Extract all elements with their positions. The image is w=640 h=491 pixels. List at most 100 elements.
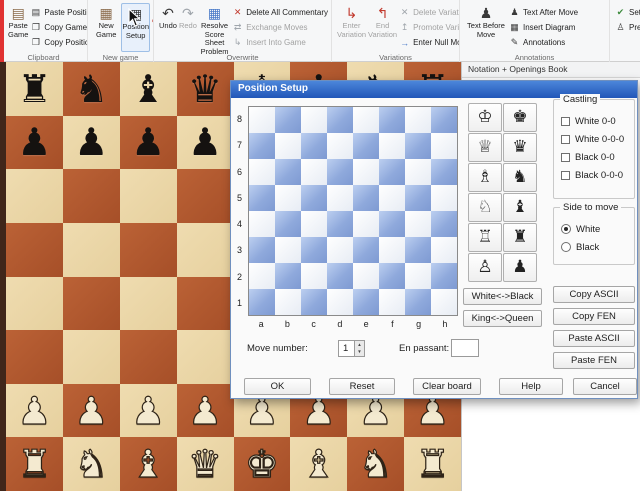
setup-square-a6[interactable] (249, 159, 275, 185)
black-piece-button[interactable]: ♞ (503, 163, 537, 192)
setup-square-c5[interactable] (301, 185, 327, 211)
setup-square-b1[interactable] (275, 289, 301, 315)
side-black-radio[interactable]: Black (561, 238, 628, 256)
board-square[interactable] (120, 330, 177, 384)
board-square[interactable] (177, 223, 234, 277)
setup-square-f4[interactable] (379, 211, 405, 237)
board-square[interactable] (6, 223, 63, 277)
text-after-move-button[interactable]: ♟ Text After Move (509, 5, 578, 20)
board-square[interactable] (6, 169, 63, 223)
board-square[interactable]: ♟ (177, 384, 234, 438)
setup-square-g3[interactable] (405, 237, 431, 263)
setup-square-h4[interactable] (431, 211, 457, 237)
pre-button[interactable]: ♙ Pre.. (615, 20, 640, 35)
black-piece-button[interactable]: ♟ (503, 253, 537, 282)
checkbox-icon[interactable] (561, 135, 570, 144)
paste-position-button[interactable]: ▤ Paste Position (30, 5, 88, 20)
delete-variation-button[interactable]: ✕ Delete Variation (399, 5, 460, 20)
setup-square-h6[interactable] (431, 159, 457, 185)
setup-square-a3[interactable] (249, 237, 275, 263)
copy-game-button[interactable]: ❐ Copy Game (30, 20, 88, 35)
setup-square-c2[interactable] (301, 263, 327, 289)
white-piece-button[interactable]: ♖ (468, 223, 502, 252)
board-square[interactable] (177, 277, 234, 331)
board-square[interactable]: ♞ (63, 437, 120, 491)
board-square[interactable] (120, 277, 177, 331)
radio-icon[interactable] (561, 242, 571, 252)
setup-square-f1[interactable] (379, 289, 405, 315)
board-square[interactable]: ♟ (63, 384, 120, 438)
board-square[interactable]: ♟ (120, 384, 177, 438)
setup-square-d6[interactable] (327, 159, 353, 185)
setup-square-a7[interactable] (249, 133, 275, 159)
setup-square-d4[interactable] (327, 211, 353, 237)
white-piece-button[interactable]: ♙ (468, 253, 502, 282)
board-square[interactable] (6, 330, 63, 384)
setup-square-b3[interactable] (275, 237, 301, 263)
setup-square-h8[interactable] (431, 107, 457, 133)
setup-square-a8[interactable] (249, 107, 275, 133)
setup-square-c8[interactable] (301, 107, 327, 133)
ok-button[interactable]: OK (244, 378, 311, 395)
board-square[interactable]: ♟ (177, 116, 234, 170)
board-square[interactable]: ♝ (120, 437, 177, 491)
notation-panel-header[interactable]: Notation + Openings Book (462, 62, 640, 78)
white-piece-button[interactable]: ♗ (468, 163, 502, 192)
radio-icon-selected[interactable] (561, 224, 571, 234)
copy-ascii-button[interactable]: Copy ASCII (553, 286, 635, 303)
swap-colors-button[interactable]: White<->Black (463, 288, 542, 305)
setup-square-d1[interactable] (327, 289, 353, 315)
setup-square-a2[interactable] (249, 263, 275, 289)
setup-square-c6[interactable] (301, 159, 327, 185)
board-square[interactable] (63, 223, 120, 277)
setup-square-c4[interactable] (301, 211, 327, 237)
white-piece-button[interactable]: ♘ (468, 193, 502, 222)
setup-square-g1[interactable] (405, 289, 431, 315)
exchange-moves-button[interactable]: ⇄ Exchange Moves (232, 20, 328, 35)
setup-square-e7[interactable] (353, 133, 379, 159)
setup-square-e4[interactable] (353, 211, 379, 237)
white-piece-button[interactable]: ♕ (468, 133, 502, 162)
paste-ascii-button[interactable]: Paste ASCII (553, 330, 635, 347)
setup-square-d5[interactable] (327, 185, 353, 211)
swap-king-queen-button[interactable]: King<->Queen (463, 310, 542, 327)
setup-square-a4[interactable] (249, 211, 275, 237)
annotations-button[interactable]: ✎ Annotations (509, 35, 578, 50)
setup-square-e2[interactable] (353, 263, 379, 289)
setup-square-g4[interactable] (405, 211, 431, 237)
black-piece-button[interactable]: ♚ (503, 103, 537, 132)
castling-white-short[interactable]: White 0-0 (561, 112, 628, 130)
black-piece-button[interactable]: ♛ (503, 133, 537, 162)
setup-square-b5[interactable] (275, 185, 301, 211)
reset-button[interactable]: Reset (329, 378, 395, 395)
castling-white-long[interactable]: White 0-0-0 (561, 130, 628, 148)
setup-square-d2[interactable] (327, 263, 353, 289)
setup-square-e8[interactable] (353, 107, 379, 133)
board-square[interactable]: ♞ (63, 62, 120, 116)
setup-square-g2[interactable] (405, 263, 431, 289)
setup-square-g8[interactable] (405, 107, 431, 133)
move-number-value[interactable]: 1 (339, 341, 354, 356)
spin-up-button[interactable]: ▲ (355, 341, 364, 349)
spin-down-button[interactable]: ▼ (355, 349, 364, 357)
setup-square-b8[interactable] (275, 107, 301, 133)
setup-square-e3[interactable] (353, 237, 379, 263)
board-square[interactable]: ♟ (6, 384, 63, 438)
setup-square-c1[interactable] (301, 289, 327, 315)
set-button[interactable]: ✔ Set.. (615, 5, 640, 20)
setup-square-h5[interactable] (431, 185, 457, 211)
paste-game-button[interactable]: ▤ Paste Game (8, 3, 28, 52)
setup-square-d8[interactable] (327, 107, 353, 133)
undo-button[interactable]: ↶ Undo (159, 3, 177, 52)
setup-square-f2[interactable] (379, 263, 405, 289)
board-square[interactable]: ♚ (234, 437, 291, 491)
side-white-radio[interactable]: White (561, 220, 628, 238)
setup-square-d3[interactable] (327, 237, 353, 263)
board-square[interactable]: ♛ (177, 437, 234, 491)
setup-square-e5[interactable] (353, 185, 379, 211)
new-game-button[interactable]: ▦ New Game (93, 3, 119, 52)
enter-variation-button[interactable]: ↳ Enter Variation (337, 3, 366, 52)
board-square[interactable] (177, 330, 234, 384)
board-square[interactable] (177, 169, 234, 223)
setup-square-f7[interactable] (379, 133, 405, 159)
